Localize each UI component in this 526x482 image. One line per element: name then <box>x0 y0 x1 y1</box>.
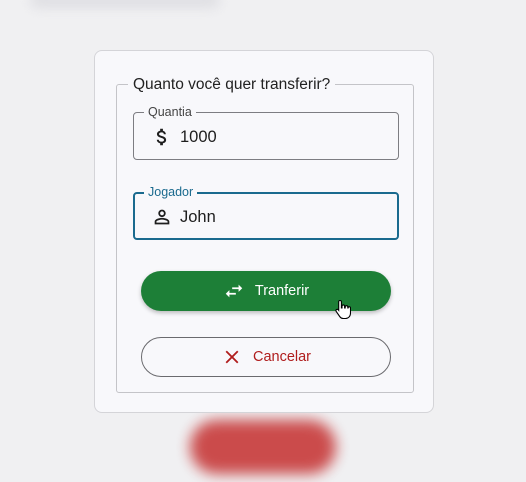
player-field[interactable]: Jogador John <box>133 185 399 240</box>
transfer-dialog: Quanto você quer transferir? Quantia 100… <box>94 50 434 413</box>
close-icon <box>221 346 243 368</box>
person-icon <box>151 206 173 228</box>
cancel-button-label: Cancelar <box>252 349 312 365</box>
background-blurred-element <box>30 0 220 8</box>
player-field-label: Jogador <box>144 185 198 199</box>
transfer-fieldset: Quanto você quer transferir? Quantia 100… <box>116 76 414 393</box>
transfer-button-label: Tranferir <box>254 283 310 299</box>
background-blurred-button <box>190 420 336 474</box>
amount-field-label: Quantia <box>144 105 196 119</box>
swap-arrows-icon <box>223 280 245 302</box>
dollar-icon <box>151 126 173 148</box>
player-field-value: John <box>180 208 216 226</box>
transfer-button[interactable]: Tranferir <box>141 271 391 311</box>
fieldset-legend: Quanto você quer transferir? <box>128 76 336 94</box>
amount-field[interactable]: Quantia 1000 <box>133 105 399 160</box>
amount-field-value: 1000 <box>180 128 217 146</box>
hand-pointer-cursor <box>335 299 352 324</box>
cancel-button[interactable]: Cancelar <box>141 337 391 377</box>
